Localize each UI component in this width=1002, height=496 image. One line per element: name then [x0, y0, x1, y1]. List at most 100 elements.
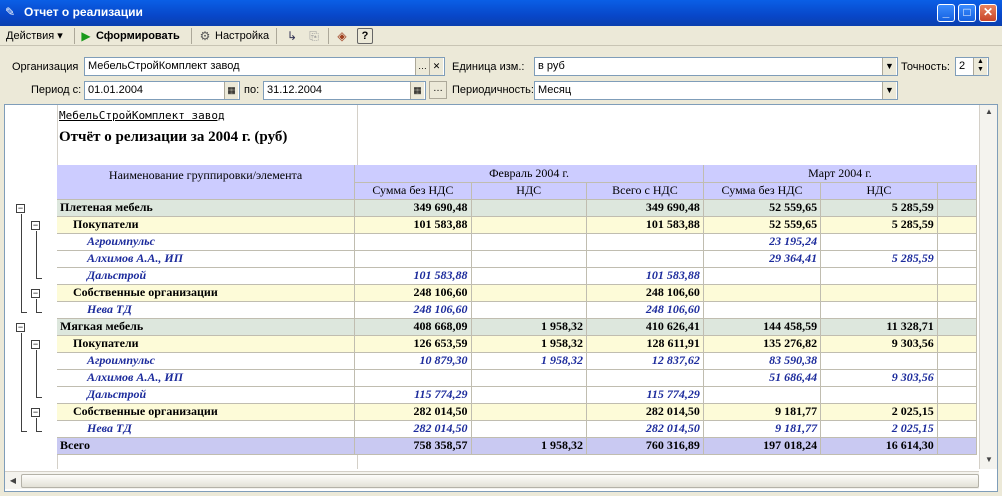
row-name-cell: Нева ТД [57, 301, 356, 319]
maximize-button[interactable]: □ [958, 4, 976, 22]
org-field[interactable]: МебельСтройКомплект завод … ✕ [84, 57, 445, 76]
table-row[interactable]: Нева ТД 282 014,50 282 014,50 9 181,77 2 025… [57, 420, 978, 438]
table-row[interactable]: Агроимпульс 23 195,24 [57, 233, 978, 251]
collapse-toggle-icon[interactable]: − [31, 408, 40, 417]
value-cell: 408 668,09 [354, 318, 472, 336]
collapse-toggle-icon[interactable]: − [31, 221, 40, 230]
period-select-button[interactable]: … [429, 81, 447, 99]
ellipsis-icon[interactable]: … [415, 58, 429, 75]
value-cell [820, 284, 938, 302]
scroll-left-icon[interactable]: ◀ [6, 474, 20, 488]
value-cell [937, 437, 978, 455]
scroll-thumb[interactable] [21, 474, 979, 488]
tree-gutter: − − − − − − [5, 105, 57, 469]
collapse-tree-icon[interactable]: ⎘ [306, 28, 322, 44]
value-cell: 144 458,59 [703, 318, 822, 336]
table-row[interactable]: Собственные организации 282 014,50 282 014… [57, 403, 978, 421]
precision-stepper[interactable]: 2 ▲ ▼ [955, 57, 989, 76]
col-header: Сумма без НДС [354, 182, 472, 200]
horizontal-scrollbar[interactable]: ◀ [5, 471, 979, 489]
vertical-scrollbar[interactable]: ▲ ▼ [979, 105, 997, 469]
row-name-cell: Всего [57, 437, 356, 455]
chevron-down-icon[interactable]: ▼ [882, 82, 896, 99]
value-cell [586, 250, 704, 268]
report-sheet: МебельСтройКомплект завод Отчёт о релиза… [5, 105, 978, 469]
table-row[interactable]: Покупатели 101 583,88 101 583,88 52 559,65 5… [57, 216, 978, 234]
table-row[interactable]: Мягкая мебель 408 668,09 1 958,32 410 626,4… [57, 318, 978, 336]
save-icon[interactable]: ◈ [334, 28, 350, 44]
actions-menu-button[interactable]: Действия ▾ [6, 28, 63, 44]
row-name-cell: Покупатели [57, 216, 356, 234]
settings-button[interactable]: Настройка [215, 28, 269, 44]
value-cell: 2 025,15 [820, 403, 938, 421]
value-cell: 52 559,65 [703, 216, 822, 234]
value-cell: 10 879,30 [354, 352, 472, 370]
value-cell [937, 233, 978, 251]
tree-line [21, 214, 22, 312]
value-cell [354, 369, 472, 387]
chevron-down-icon[interactable]: ▼ [882, 58, 896, 75]
table-row[interactable]: Всего 758 358,57 1 958,32 760 316,89 197 018… [57, 437, 978, 455]
value-cell [471, 369, 587, 387]
report-title: Отчёт о релизации за 2004 г. (руб) [59, 129, 288, 145]
col-header: НДС [471, 182, 587, 200]
table-row[interactable]: Плетеная мебель 349 690,48 349 690,48 52 55… [57, 199, 978, 217]
periodicity-select[interactable]: Месяц ▼ [534, 81, 898, 100]
org-value: МебельСтройКомплект завод [88, 60, 240, 72]
precision-value: 2 [959, 60, 966, 72]
collapse-toggle-icon[interactable]: − [31, 289, 40, 298]
period-to-value: 31.12.2004 [267, 84, 323, 96]
period-from-field[interactable]: 01.01.2004 ▦ [84, 81, 240, 100]
value-cell: 248 106,60 [586, 301, 704, 319]
collapse-toggle-icon[interactable]: − [31, 340, 40, 349]
scroll-up-icon[interactable]: ▲ [982, 107, 996, 117]
value-cell: 101 583,88 [586, 267, 704, 285]
row-name-cell: Мягкая мебель [57, 318, 356, 336]
scroll-down-icon[interactable]: ▼ [982, 455, 996, 465]
value-cell [471, 284, 587, 302]
generate-button[interactable]: Сформировать [96, 28, 180, 44]
value-cell [471, 216, 587, 234]
close-icon[interactable]: ✕ [429, 58, 443, 75]
collapse-toggle-icon[interactable]: − [16, 204, 25, 213]
expand-tree-icon[interactable]: ↳ [284, 28, 300, 44]
periodicity-value: Месяц [538, 84, 572, 96]
value-cell: 101 583,88 [354, 267, 472, 285]
value-cell: 1 958,32 [471, 318, 587, 336]
window-title-bar[interactable]: ✎ Отчет о реализации _ □ ✕ [0, 0, 1002, 26]
table-row[interactable]: Нева ТД 248 106,60 248 106,60 [57, 301, 978, 319]
value-cell: 5 285,59 [820, 216, 938, 234]
value-cell: 5 285,59 [820, 199, 938, 217]
value-cell: 248 106,60 [354, 301, 472, 319]
unit-select[interactable]: в руб ▼ [534, 57, 898, 76]
collapse-toggle-icon[interactable]: − [16, 323, 25, 332]
table-row[interactable]: Алхимов А.А., ИП 29 364,41 5 285,59 [57, 250, 978, 268]
minimize-button[interactable]: _ [937, 4, 955, 22]
value-cell: 248 106,60 [354, 284, 472, 302]
row-name-cell: Агроимпульс [57, 352, 356, 370]
period-to-field[interactable]: 31.12.2004 ▦ [263, 81, 426, 100]
value-cell [937, 216, 978, 234]
close-button[interactable]: ✕ [979, 4, 997, 22]
table-row[interactable]: Алхимов А.А., ИП 51 686,44 9 303,56 [57, 369, 978, 387]
report-panel[interactable]: МебельСтройКомплект завод Отчёт о релиза… [4, 104, 998, 492]
help-icon[interactable]: ? [357, 28, 373, 44]
value-cell: 282 014,50 [586, 420, 704, 438]
calendar-icon[interactable]: ▦ [224, 82, 238, 99]
table-row[interactable]: Дальстрой 101 583,88 101 583,88 [57, 267, 978, 285]
table-row[interactable]: Дальстрой 115 774,29 115 774,29 [57, 386, 978, 404]
table-row[interactable]: Собственные организации 248 106,60 248 106… [57, 284, 978, 302]
calendar-icon[interactable]: ▦ [410, 82, 424, 99]
value-cell [937, 267, 978, 285]
stepper-arrows-icon[interactable]: ▲ ▼ [973, 58, 987, 75]
table-row[interactable]: Покупатели 126 653,59 1 958,32 128 611,91 13… [57, 335, 978, 353]
table-row[interactable]: Агроимпульс 10 879,30 1 958,32 12 837,62 83 … [57, 352, 978, 370]
period-from-label: Период с: [31, 84, 82, 96]
value-cell: 2 025,15 [820, 420, 938, 438]
toolbar: Действия ▾ ▶ Сформировать ⚙ Настройка ↳ … [0, 26, 1002, 46]
period-from-value: 01.01.2004 [88, 84, 144, 96]
value-cell: 248 106,60 [586, 284, 704, 302]
tree-line [36, 350, 37, 397]
value-cell [471, 301, 587, 319]
col-header: Сумма без НДС [703, 182, 822, 200]
